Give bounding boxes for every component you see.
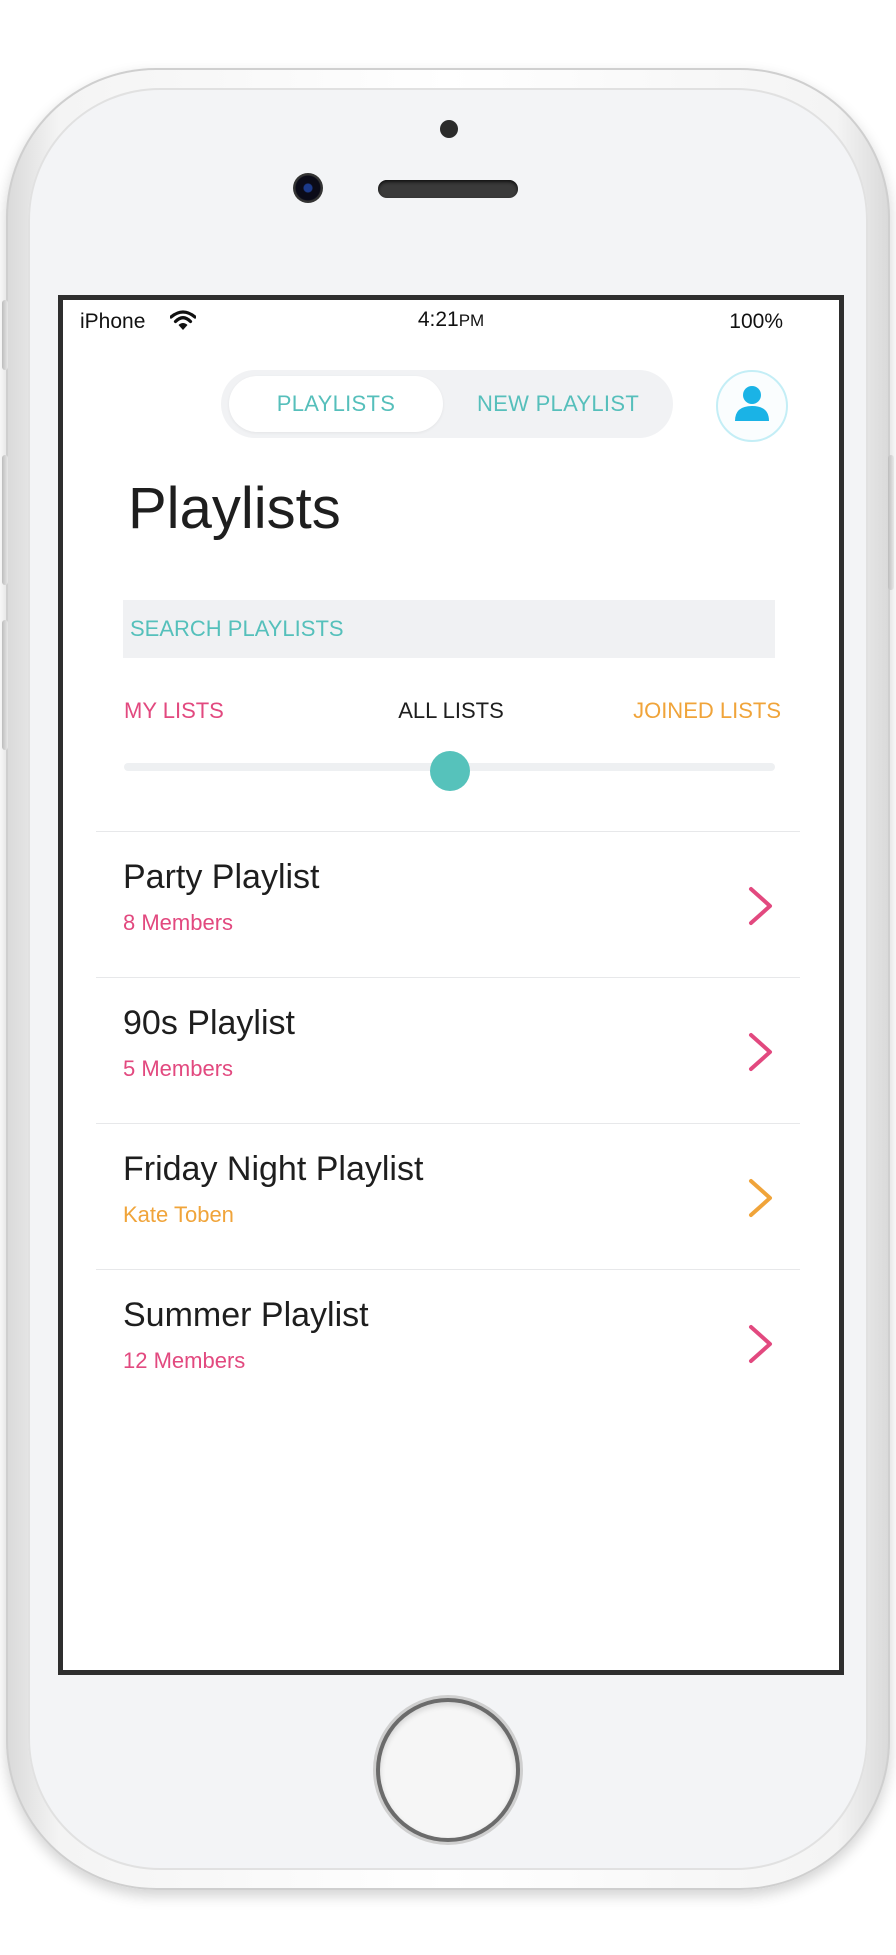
- playlist-title: Summer Playlist: [123, 1296, 369, 1334]
- playlist-title: 90s Playlist: [123, 1004, 295, 1042]
- search-input[interactable]: [123, 600, 775, 658]
- playlist-subtitle: Kate Toben: [123, 1202, 234, 1227]
- chevron-right-icon: [749, 1033, 772, 1071]
- front-camera: [293, 173, 323, 203]
- playlist-subtitle: 5 Members: [123, 1056, 234, 1081]
- app-screen: iPhone 4:21PM 100% PLAYLISTS NEW PLAYLIS…: [58, 295, 844, 1675]
- playlist-list: Party Playlist 8 Members 90s Playlist 5 …: [96, 831, 800, 1415]
- playlist-row[interactable]: Friday Night Playlist Kate Toben: [96, 1123, 800, 1269]
- chevron-right-icon: [749, 887, 772, 925]
- home-button[interactable]: [380, 1702, 516, 1838]
- power-button: [888, 455, 894, 590]
- earpiece-speaker: [378, 180, 518, 198]
- filter-all-lists-label[interactable]: ALL LISTS: [398, 698, 504, 723]
- playlist-title: Party Playlist: [123, 858, 320, 896]
- chevron-right-icon: [749, 1179, 772, 1217]
- profile-button[interactable]: [716, 370, 788, 442]
- filter-slider-thumb[interactable]: [429, 751, 470, 791]
- playlist-row[interactable]: Summer Playlist 12 Members: [96, 1269, 800, 1415]
- tab-playlists[interactable]: PLAYLISTS: [229, 376, 443, 432]
- battery-percentage: 100%: [729, 310, 783, 333]
- volume-up-button: [2, 455, 8, 585]
- status-bar: iPhone 4:21PM 100%: [63, 300, 839, 333]
- clock-suffix: PM: [458, 311, 485, 330]
- tab-new-playlist[interactable]: NEW PLAYLIST: [451, 376, 665, 432]
- playlist-subtitle: 12 Members: [123, 1348, 246, 1373]
- user-icon: [735, 386, 769, 421]
- proximity-sensor: [440, 120, 458, 138]
- clock-time: 4:21: [417, 308, 459, 331]
- mute-switch: [2, 300, 8, 370]
- playlist-title: Friday Night Playlist: [123, 1150, 424, 1188]
- playlist-row[interactable]: 90s Playlist 5 Members: [96, 977, 800, 1123]
- view-switcher: PLAYLISTS NEW PLAYLIST: [221, 370, 673, 438]
- volume-down-button: [2, 620, 8, 750]
- page-title: Playlists: [128, 476, 341, 541]
- filter-joined-lists[interactable]: JOINED LISTS: [633, 698, 781, 724]
- playlist-row[interactable]: Party Playlist 8 Members: [96, 831, 800, 977]
- chevron-right-icon: [749, 1325, 772, 1363]
- playlist-subtitle: 8 Members: [123, 910, 234, 935]
- clock: 4:21PM: [63, 308, 839, 332]
